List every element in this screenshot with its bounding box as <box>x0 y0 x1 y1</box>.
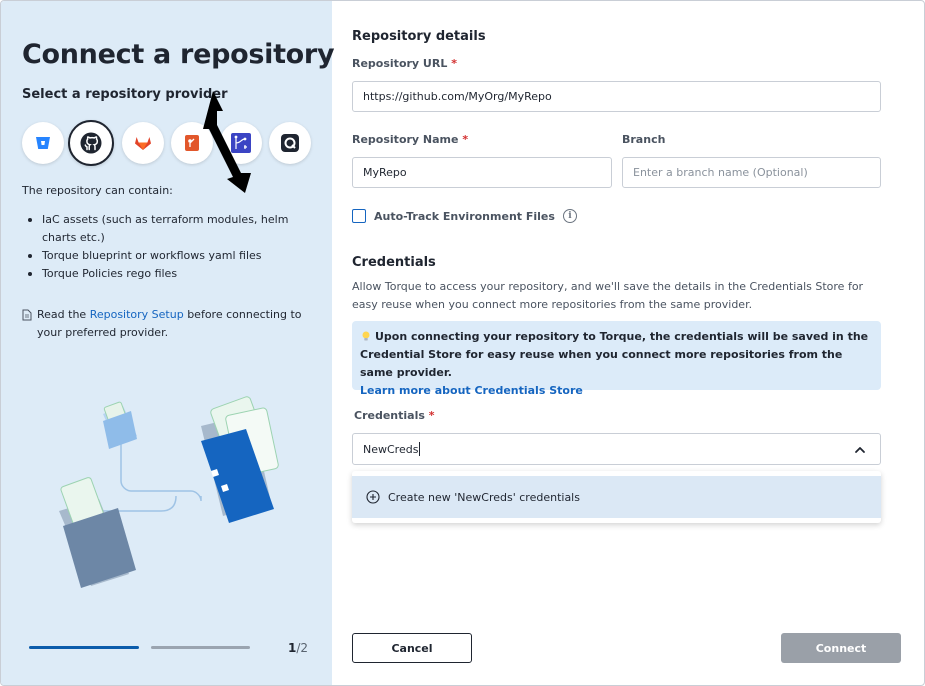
document-icon <box>22 309 32 321</box>
wizard-progress <box>29 646 309 652</box>
folders-illustration <box>59 396 279 588</box>
mouse-cursor-icon <box>203 91 251 193</box>
contents-list: IaC assets (such as terraform modules, h… <box>22 211 322 283</box>
small-folder-top <box>103 401 137 449</box>
contain-label: The repository can contain: <box>22 184 173 197</box>
branch-input[interactable]: Enter a branch name (Optional) <box>622 157 881 188</box>
repository-name-label: Repository Name * <box>352 133 468 146</box>
page-title: Connect a repository <box>22 39 335 70</box>
required-mark: * <box>462 133 469 146</box>
read-prefix: Read the <box>37 308 90 321</box>
repository-setup-link[interactable]: Repository Setup <box>90 308 184 321</box>
credentials-label: Credentials * <box>354 409 435 422</box>
folder-left <box>59 477 136 588</box>
read-setup-note: Read the Repository Setup before connect… <box>22 306 312 342</box>
provider-list <box>22 120 322 168</box>
credentials-description: Allow Torque to access your repository, … <box>352 280 864 311</box>
progress-step-2 <box>151 646 250 649</box>
create-new-credentials-label: Create new 'NewCreds' credentials <box>388 490 580 504</box>
provider-bitbucket[interactable] <box>22 122 64 164</box>
repository-details-title: Repository details <box>352 29 486 44</box>
list-item: Torque blueprint or workflows yaml files <box>22 247 322 265</box>
repository-url-input[interactable]: https://github.com/MyOrg/MyRepo <box>352 81 881 112</box>
bitbucket-icon <box>36 137 50 149</box>
create-new-credentials-option[interactable]: Create new 'NewCreds' credentials <box>352 476 881 518</box>
credentials-input-value[interactable]: NewCreds <box>363 443 418 456</box>
auto-track-checkbox[interactable] <box>352 209 366 223</box>
text-cursor <box>419 442 421 456</box>
repository-url-label-text: Repository URL <box>352 57 448 70</box>
plus-circle-icon <box>366 490 380 504</box>
connect-repository-dialog: Connect a repository Select a repository… <box>0 0 925 686</box>
repository-name-label-text: Repository Name <box>352 133 459 146</box>
cancel-button[interactable]: Cancel <box>352 633 472 663</box>
gitlab-icon <box>135 137 151 150</box>
github-icon <box>80 132 102 154</box>
credentials-store-link[interactable]: Learn more about Credentials Store <box>360 384 583 397</box>
provider-quali[interactable] <box>269 122 311 164</box>
notice-text: Upon connecting your repository to Torqu… <box>360 330 869 379</box>
repository-url-label: Repository URL * <box>352 57 457 70</box>
credentials-combobox[interactable]: NewCreds <box>352 433 881 465</box>
auto-track-row: Auto-Track Environment Files i <box>352 209 577 223</box>
folder-right <box>201 396 279 523</box>
provider-github[interactable] <box>68 120 114 166</box>
lightbulb-icon <box>362 331 370 341</box>
page-indicator: 1/2 <box>288 641 308 655</box>
list-item: Torque Policies rego files <box>22 265 322 283</box>
branch-label: Branch <box>622 133 666 146</box>
page-total: /2 <box>296 641 309 655</box>
quali-icon <box>281 134 299 152</box>
connect-button[interactable]: Connect <box>781 633 901 663</box>
credentials-label-text: Credentials <box>354 409 425 422</box>
credentials-notice: Upon connecting your repository to Torqu… <box>352 321 881 397</box>
list-item: IaC assets (such as terraform modules, h… <box>22 211 322 247</box>
provider-subtitle: Select a repository provider <box>22 87 228 102</box>
credentials-dropdown: Create new 'NewCreds' credentials <box>352 471 881 523</box>
required-mark: * <box>428 409 435 422</box>
credentials-title: Credentials <box>352 255 436 270</box>
left-panel: Connect a repository Select a repository… <box>1 1 335 685</box>
auto-track-label[interactable]: Auto-Track Environment Files <box>374 210 555 223</box>
info-icon[interactable]: i <box>562 209 577 223</box>
progress-step-1 <box>29 646 139 649</box>
chevron-up-icon[interactable] <box>854 444 866 456</box>
repository-name-input[interactable]: MyRepo <box>352 157 612 188</box>
required-mark: * <box>451 57 457 70</box>
right-panel: Repository details Repository URL * http… <box>332 1 924 685</box>
provider-gitlab[interactable] <box>122 122 164 164</box>
